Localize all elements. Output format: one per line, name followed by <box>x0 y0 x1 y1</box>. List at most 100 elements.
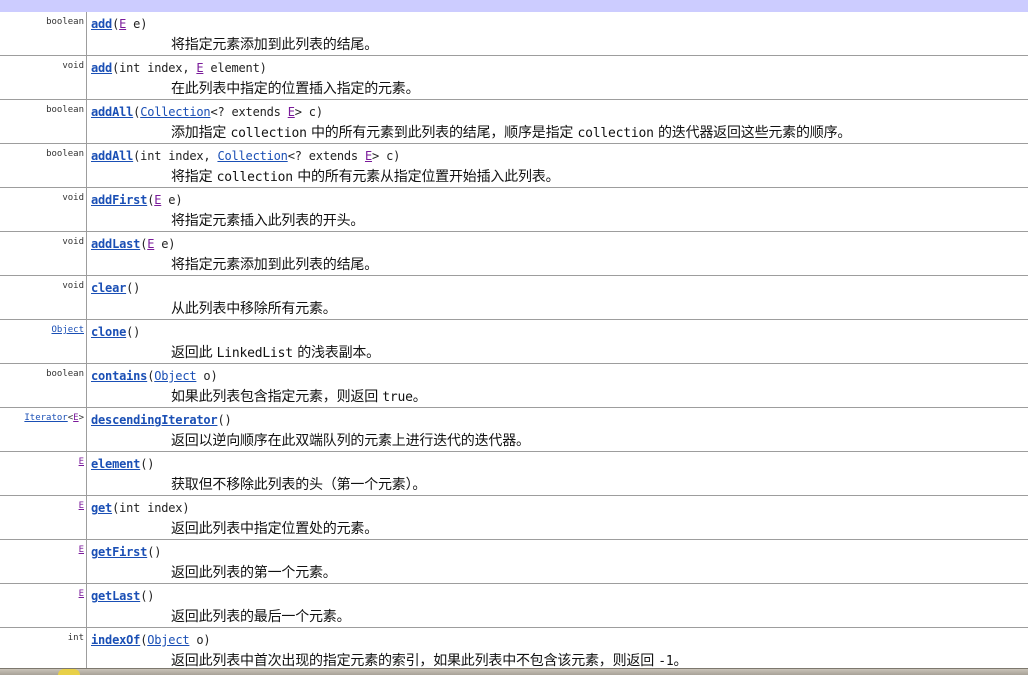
return-type-cell: E <box>0 452 87 495</box>
return-signature-text: boolean <box>46 105 84 115</box>
return-type-cell: int <box>0 628 87 671</box>
method-signature: descendingIterator() <box>91 413 232 427</box>
signature-text: () <box>126 325 141 339</box>
method-name-link[interactable]: add <box>91 17 112 31</box>
taskbar-edge <box>0 668 1028 675</box>
method-name-link[interactable]: get <box>91 501 112 515</box>
code-text: -1 <box>658 654 674 669</box>
method-detail-cell: get(int index) 返回此列表中指定位置处的元素。 <box>91 496 1028 539</box>
method-name-link[interactable]: clear <box>91 281 126 295</box>
method-row: void clear() 从此列表中移除所有元素。 <box>0 276 1028 320</box>
description-text: 获取但不移除此列表的头（第一个元素）。 <box>171 477 427 493</box>
method-name-link[interactable]: getLast <box>91 589 140 603</box>
signature-text: > c) <box>372 149 401 163</box>
method-detail-cell: indexOf(Object o) 返回此列表中首次出现的指定元素的索引，如果此列… <box>91 628 1028 671</box>
start-button-edge[interactable] <box>58 669 80 675</box>
code-text: collection <box>216 170 293 185</box>
code-text: collection <box>577 126 654 141</box>
method-row: Eget(int index) 返回此列表中指定位置处的元素。 <box>0 496 1028 540</box>
signature-text: () <box>217 413 232 427</box>
description-text: 返回此 <box>171 345 217 361</box>
description-text: 的迭代器返回这些元素的顺序。 <box>653 125 852 141</box>
method-detail-cell: getLast() 返回此列表的最后一个元素。 <box>91 584 1028 627</box>
method-row: EgetFirst() 返回此列表的第一个元素。 <box>0 540 1028 584</box>
return-type-cell: void <box>0 276 87 319</box>
return-type-variable-link[interactable]: E <box>79 457 84 467</box>
return-type-cell: boolean <box>0 100 87 143</box>
method-signature: getLast() <box>91 589 154 603</box>
description-text: 的浅表副本。 <box>292 345 380 361</box>
method-name-link[interactable]: element <box>91 457 140 471</box>
return-type: void <box>62 281 84 291</box>
signature-text: (int index) <box>112 501 190 515</box>
method-name-link[interactable]: addFirst <box>91 193 147 207</box>
method-description: 将指定元素添加到此列表的结尾。 <box>171 34 378 54</box>
method-name-link[interactable]: descendingIterator <box>91 413 218 427</box>
method-row: Object clone() 返回此 LinkedList 的浅表副本。 <box>0 320 1028 364</box>
method-description: 返回此 LinkedList 的浅表副本。 <box>171 342 380 362</box>
return-type: boolean <box>46 105 84 115</box>
method-name-link[interactable]: addAll <box>91 149 133 163</box>
return-signature-text: void <box>62 61 84 71</box>
method-description: 返回此列表的第一个元素。 <box>171 562 337 582</box>
return-signature-text: void <box>62 281 84 291</box>
type-link[interactable]: Object <box>154 369 196 383</box>
method-signature: clone() <box>91 325 140 339</box>
return-type-cell: boolean <box>0 364 87 407</box>
return-type-variable-link[interactable]: E <box>79 501 84 511</box>
method-row: void addFirst(E e) 将指定元素插入此列表的开头。 <box>0 188 1028 232</box>
code-text: true <box>382 390 413 405</box>
method-name-link[interactable]: indexOf <box>91 633 140 647</box>
method-signature: addAll(int index, Collection<? extends E… <box>91 149 400 163</box>
method-detail-cell: addAll(int index, Collection<? extends E… <box>91 144 1028 187</box>
description-text: 。 <box>673 653 688 669</box>
method-description: 从此列表中移除所有元素。 <box>171 298 337 318</box>
return-type: void <box>62 237 84 247</box>
method-signature: add(E e) <box>91 17 147 31</box>
method-signature: clear() <box>91 281 140 295</box>
type-link[interactable]: Collection <box>217 149 287 163</box>
type-link[interactable]: Object <box>147 633 189 647</box>
signature-text: () <box>140 457 155 471</box>
return-type: Iterator<E> <box>24 413 84 423</box>
return-type-link[interactable]: Iterator <box>24 413 67 423</box>
return-type-link[interactable]: Object <box>51 325 84 335</box>
return-type-variable-link[interactable]: E <box>79 589 84 599</box>
method-name-link[interactable]: add <box>91 61 112 75</box>
type-link[interactable]: Collection <box>140 105 210 119</box>
description-text: 中的所有元素从指定位置开始插入此列表。 <box>292 169 560 185</box>
type-variable-link[interactable]: E <box>288 105 295 119</box>
method-row: boolean addAll(Collection<? extends E> c)… <box>0 100 1028 144</box>
signature-text: e) <box>126 17 148 31</box>
method-summary-table: boolean add(E e) 将指定元素添加到此列表的结尾。 void add(in… <box>0 12 1028 672</box>
description-text: 添加指定 <box>171 125 231 141</box>
code-text: LinkedList <box>216 346 293 361</box>
method-row: int indexOf(Object o) 返回此列表中首次出现的指定元素的索引，如… <box>0 628 1028 672</box>
signature-text: () <box>147 545 162 559</box>
return-type-cell: void <box>0 188 87 231</box>
signature-text: o) <box>189 633 211 647</box>
signature-text: () <box>140 589 155 603</box>
method-row: EgetLast() 返回此列表的最后一个元素。 <box>0 584 1028 628</box>
header-title-cutoff <box>2 0 9 12</box>
method-detail-cell: contains(Object o) 如果此列表包含指定元素，则返回 true。 <box>91 364 1028 407</box>
type-variable-link[interactable]: E <box>365 149 372 163</box>
method-name-link[interactable]: contains <box>91 369 147 383</box>
signature-text: > c) <box>294 105 323 119</box>
method-name-link[interactable]: clone <box>91 325 126 339</box>
method-detail-cell: addLast(E e) 将指定元素添加到此列表的结尾。 <box>91 232 1028 275</box>
method-name-link[interactable]: getFirst <box>91 545 147 559</box>
return-type: E <box>79 457 84 467</box>
method-row: boolean addAll(int index, Collection<? ex… <box>0 144 1028 188</box>
signature-text: element) <box>203 61 267 75</box>
return-type-variable-link[interactable]: E <box>79 545 84 555</box>
method-signature: add(int index, E element) <box>91 61 267 75</box>
method-name-link[interactable]: addAll <box>91 105 133 119</box>
description-text: 将指定元素添加到此列表的结尾。 <box>171 37 378 53</box>
return-type: E <box>79 545 84 555</box>
return-type-cell: void <box>0 232 87 275</box>
signature-text: <? extends <box>210 105 288 119</box>
method-name-link[interactable]: addLast <box>91 237 140 251</box>
return-type: void <box>62 193 84 203</box>
method-signature: get(int index) <box>91 501 190 515</box>
